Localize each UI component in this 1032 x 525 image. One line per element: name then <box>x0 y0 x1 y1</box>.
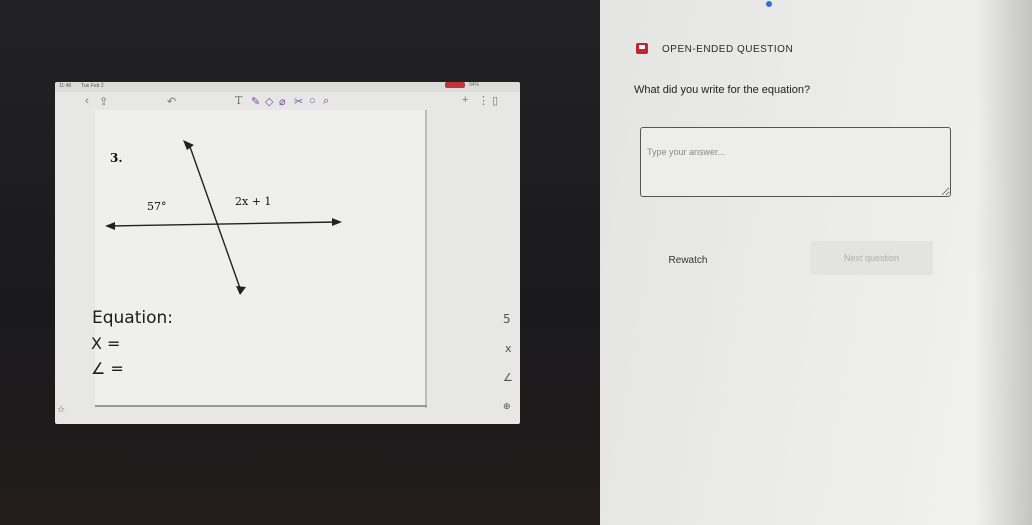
question-type-label: OPEN-ENDED QUESTION <box>662 44 794 55</box>
angle-diagram <box>105 140 342 295</box>
rewatch-button[interactable]: Rewatch <box>648 247 728 275</box>
angle-label: 57° <box>147 200 167 213</box>
indicator-dot <box>766 1 772 7</box>
video-frame: 11:48 Tue Feb 2 94% ‹ ⇪ ↶ T ✎ ◇ ⌀ ✂ ○ ⌕ … <box>55 82 520 424</box>
panel-shadow <box>975 0 1032 525</box>
answer-input[interactable] <box>640 127 951 197</box>
side-glyph-x: x <box>505 342 512 355</box>
transversal-arrow-bottom <box>236 286 246 295</box>
star-icon[interactable]: ☆ <box>57 405 65 415</box>
x-label: X = <box>91 334 121 353</box>
side-glyph-5: 5 <box>503 312 511 326</box>
question-prompt: What did you write for the equation? <box>634 84 811 96</box>
side-glyph-angle: ∠ <box>503 371 513 384</box>
transversal-arrow-top <box>183 140 194 150</box>
zoom-icon[interactable]: ⊕ <box>503 402 511 412</box>
horizontal-line <box>109 221 338 227</box>
transversal-line <box>188 143 242 292</box>
horizontal-arrow-left <box>105 222 115 230</box>
expression-label: 2x + 1 <box>235 195 272 208</box>
angle-equation-label: ∠ = <box>91 359 124 378</box>
next-question-button[interactable]: Next question <box>810 241 933 275</box>
problem-number: 3. <box>110 151 123 165</box>
equation-label: Equation: <box>92 308 174 328</box>
horizontal-arrow-right <box>332 218 342 226</box>
question-type-icon <box>636 43 648 54</box>
